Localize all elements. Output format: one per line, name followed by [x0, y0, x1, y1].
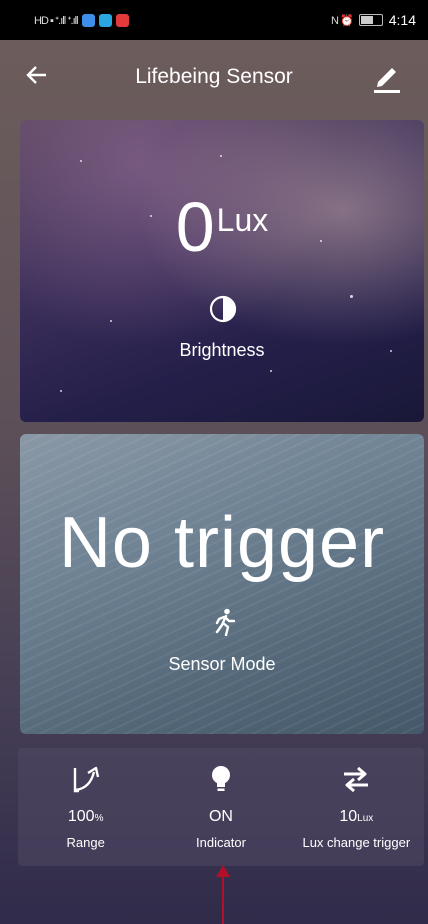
range-icon	[73, 766, 99, 793]
brightness-reading: 0Lux	[20, 192, 424, 262]
range-value: 100%	[67, 808, 104, 825]
lux-trigger-value: 10Lux	[339, 808, 374, 825]
annotation-arrow	[222, 870, 224, 924]
app-header: Lifebeing Sensor	[0, 40, 428, 116]
bulb-icon	[211, 766, 230, 791]
edit-button[interactable]	[372, 60, 406, 96]
annotation-arrow-head	[216, 865, 230, 877]
brightness-value: 0	[175, 188, 215, 266]
status-bar-left: HD ▪ ᐩ.ıll ᐩ.ıll	[34, 13, 129, 27]
range-label: Range	[66, 835, 105, 850]
indicator-label: Indicator	[196, 835, 246, 850]
sensor-mode-card: No trigger Sensor Mode	[20, 434, 424, 734]
app-notification-icon	[98, 13, 112, 27]
clock: 4:14	[388, 12, 416, 28]
swap-arrows-icon	[344, 766, 369, 793]
page-title: Lifebeing Sensor	[135, 65, 293, 88]
range-control[interactable]: 100% Range	[18, 748, 153, 866]
brightness-unit: Lux	[216, 202, 269, 238]
brightness-card: 0Lux Brightness	[20, 120, 424, 422]
brightness-icon	[209, 295, 237, 323]
battery-icon	[358, 14, 383, 26]
pencil-icon	[374, 68, 400, 93]
lux-change-trigger-control[interactable]: 10Lux Lux change trigger	[289, 748, 424, 866]
settings-panel: 100% Range ON Indicator 10Lux Lux change…	[18, 748, 424, 866]
trigger-status: No trigger	[58, 503, 386, 583]
indicator-control[interactable]: ON Indicator	[153, 748, 288, 866]
indicator-value: ON	[208, 808, 233, 825]
brightness-label: Brightness	[179, 340, 265, 360]
app-notification-icon	[115, 13, 129, 27]
nfc-alarm-icons: N ⏰	[331, 14, 354, 27]
status-bar-right: N ⏰ 4:14	[331, 12, 416, 28]
signal-icons: HD ▪ ᐩ.ıll ᐩ.ıll	[34, 14, 79, 27]
app-notification-icon	[81, 13, 95, 27]
running-person-icon	[215, 608, 236, 636]
sensor-mode-label: Sensor Mode	[168, 654, 276, 674]
lux-trigger-label: Lux change trigger	[302, 835, 411, 850]
status-bar: HD ▪ ᐩ.ıll ᐩ.ıll N ⏰ 4:14	[0, 0, 428, 40]
